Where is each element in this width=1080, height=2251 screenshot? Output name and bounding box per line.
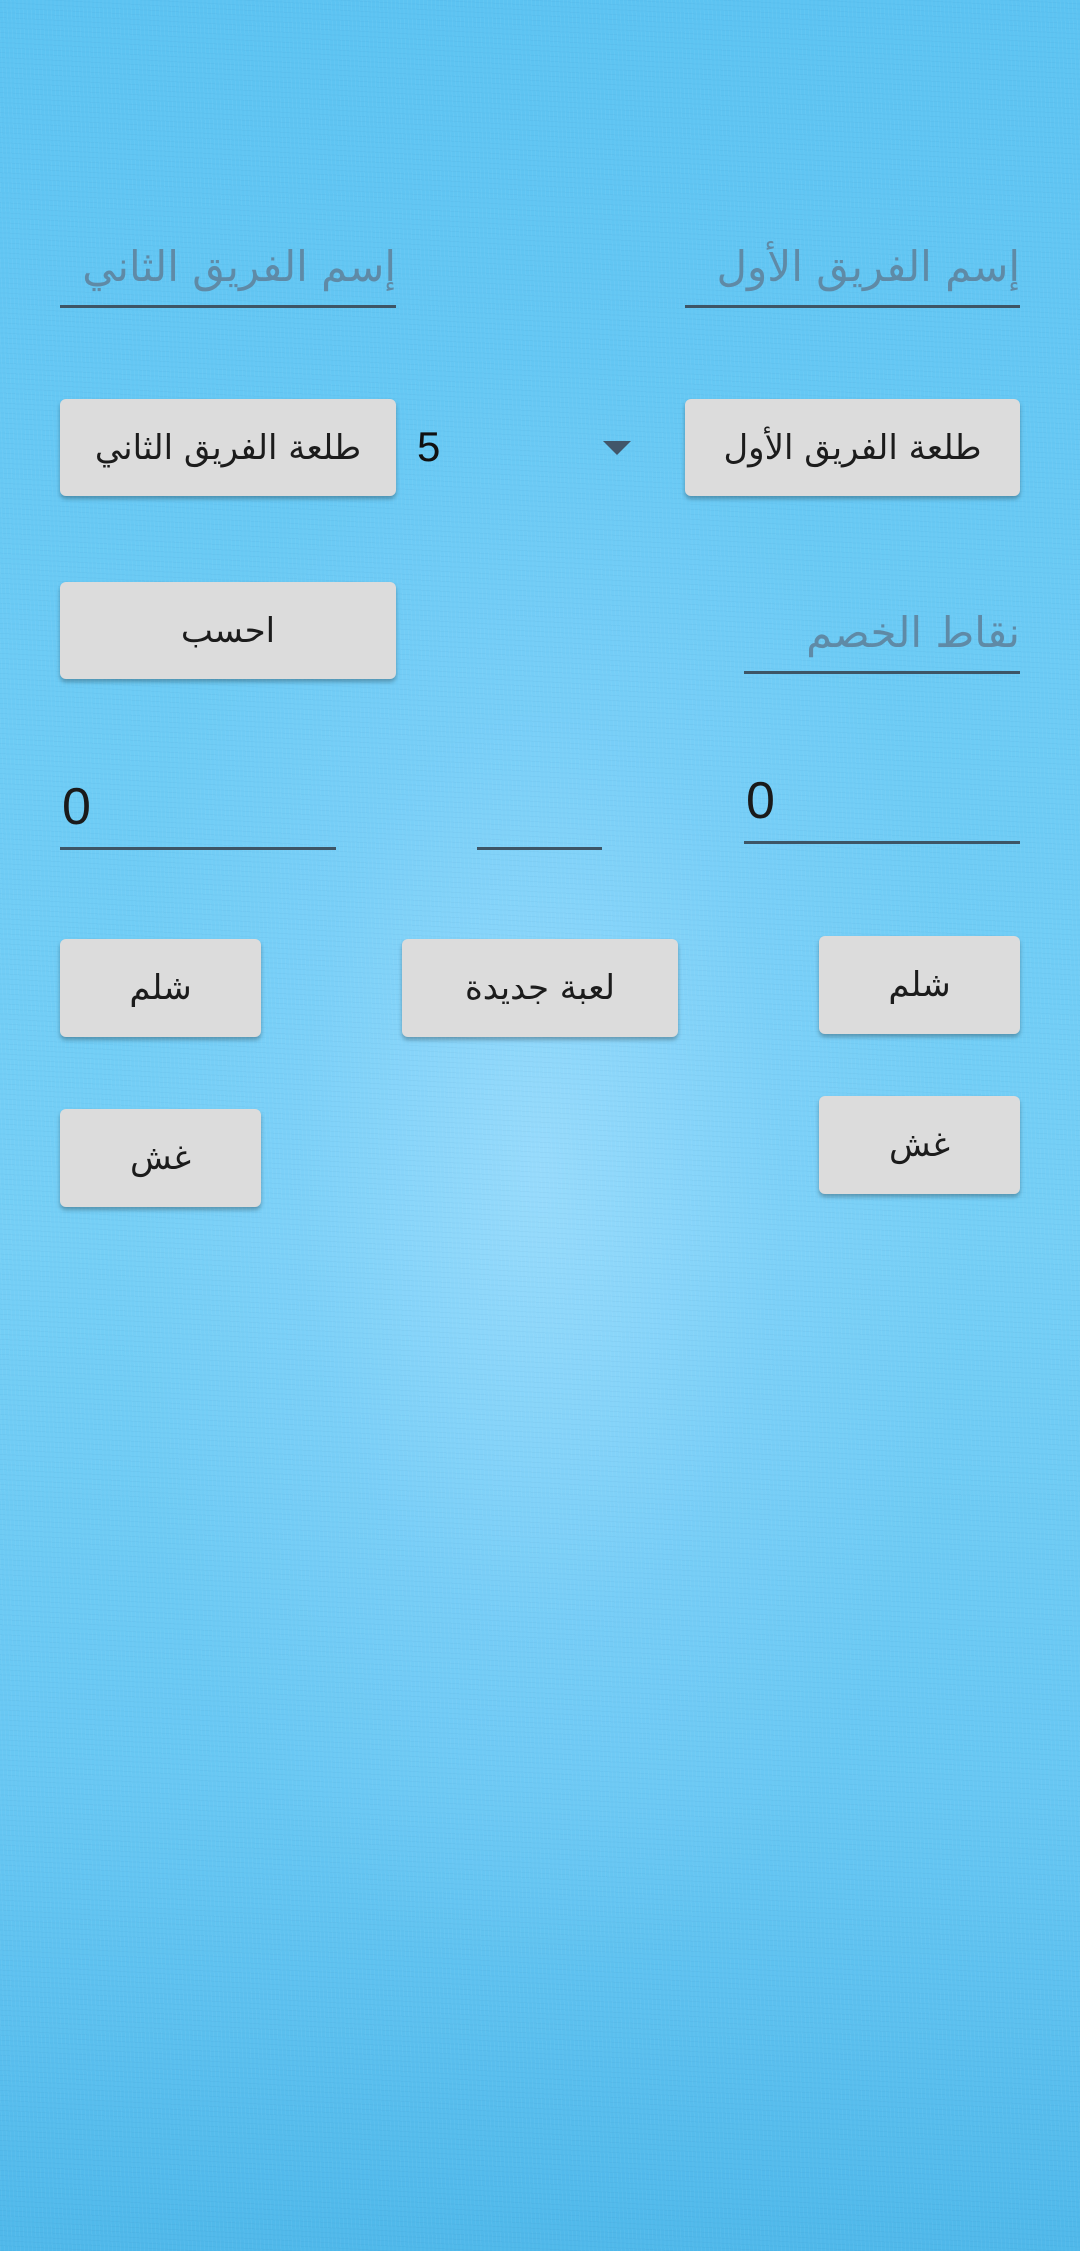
opponent-points-field[interactable]: نقاط الخصم: [744, 590, 1020, 674]
middle-field[interactable]: [477, 770, 602, 850]
bid-spinner[interactable]: 5: [410, 399, 640, 496]
team1-shlem-button[interactable]: شلم: [819, 936, 1020, 1034]
new-game-button[interactable]: لعبة جديدة: [402, 939, 678, 1037]
team1-name-hint: إسم الفريق الأول: [716, 242, 1020, 291]
team2-shlem-button[interactable]: شلم: [60, 939, 261, 1037]
team1-score: 0: [746, 772, 775, 830]
team2-name-hint: إسم الفريق الثاني: [82, 242, 396, 291]
calculate-button[interactable]: احسب: [60, 582, 396, 679]
team2-score: 0: [62, 778, 91, 836]
team2-serve-button[interactable]: طلعة الفريق الثاني: [60, 399, 396, 496]
team1-name-field[interactable]: إسم الفريق الأول: [685, 230, 1020, 308]
bid-spinner-value: 5: [417, 423, 441, 470]
team1-cheat-button[interactable]: غش: [819, 1096, 1020, 1194]
opponent-points-hint: نقاط الخصم: [806, 608, 1020, 657]
team1-score-field: 0: [744, 760, 1020, 844]
team2-cheat-button[interactable]: غش: [60, 1109, 261, 1207]
team2-score-field: 0: [60, 766, 336, 850]
dropdown-arrow-icon: [603, 441, 631, 455]
team1-serve-button[interactable]: طلعة الفريق الأول: [685, 399, 1020, 496]
team2-name-field[interactable]: إسم الفريق الثاني: [60, 230, 396, 308]
